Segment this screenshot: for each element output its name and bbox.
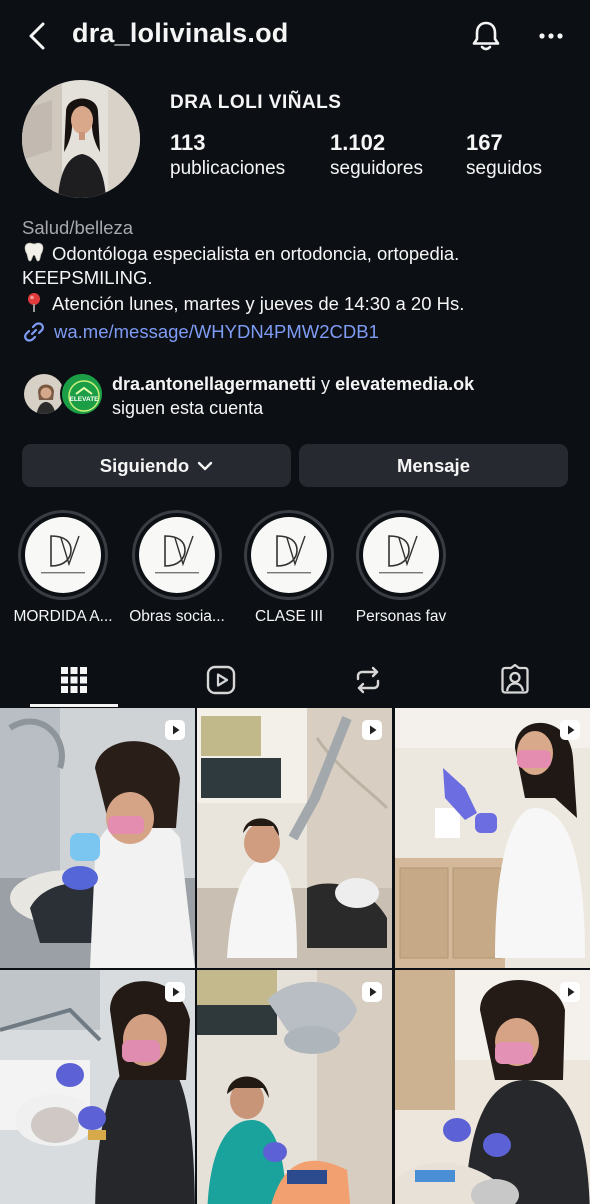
posts-count-value: 113 [170,130,206,155]
posts-count-label: publicaciones [170,158,286,179]
posts-count[interactable]: 113 publicaciones [170,130,285,180]
followed-by-suffix: siguen esta cuenta [112,398,264,418]
story-highlight[interactable]: CLASE III [234,510,344,626]
link-icon [24,322,44,342]
followers-count[interactable]: 1.102 seguidores [330,130,423,180]
highlight-ring [18,510,108,600]
reposts-icon [356,666,379,694]
top-bar: dra_lolivinals.od [0,0,590,72]
highlight-cover [25,517,101,593]
tooth-icon [24,242,44,261]
tab-reposts[interactable] [294,652,441,708]
tab-tagged[interactable] [441,652,588,708]
profile-category: Salud/belleza [22,217,134,238]
highlight-label: CLASE III [254,608,324,625]
pin-icon [28,292,40,312]
profile-tabs [0,652,590,708]
follower-avatar-logo-text: ELEVATE [69,396,99,403]
highlight-ring [244,510,334,600]
message-button-label: Mensaje [396,454,470,476]
follower-avatar: ELEVATE [60,372,104,416]
dv-logo-icon [155,535,199,574]
story-highlight[interactable]: MORDIDA A... [8,510,118,626]
connector-text: y [316,374,336,394]
post-thumbnail[interactable] [0,708,195,968]
reel-icon [165,982,185,1002]
highlight-label: Obras socia... [129,608,225,625]
story-highlight[interactable]: Obras socia... [122,510,232,626]
active-tab-indicator [30,704,118,707]
highlight-ring [356,510,446,600]
followers-count-label: seguidores [330,158,423,179]
reel-icon [165,720,185,740]
following-button-label: Siguiendo [99,454,190,476]
message-button[interactable]: Mensaje [299,444,568,487]
reels-icon [206,665,235,695]
post-thumbnail[interactable] [0,970,195,1204]
highlight-label: Personas fav [355,608,447,625]
highlight-cover [139,517,215,593]
tagged-icon [500,664,529,694]
tab-reels[interactable] [147,652,294,708]
mutual-follower-2[interactable]: elevatemedia.ok [335,374,474,394]
profile-bio: Salud/belleza Odontóloga especialista en… [22,216,582,345]
highlight-cover [363,517,439,593]
highlight-ring [132,510,222,600]
followed-by[interactable]: ELEVATE dra.antonellagermanetti y elevat… [22,370,582,420]
bio-line: Odontóloga especialista en ortodoncia, o… [22,241,582,267]
profile-avatar[interactable] [22,80,140,198]
reel-icon [362,720,382,740]
dv-logo-icon [267,535,311,574]
bio-text-1: Odontóloga especialista en ortodoncia, o… [52,242,460,264]
reel-icon [362,982,382,1002]
bio-link[interactable]: wa.me/message/WHYDN4PMW2CDB1 [22,320,582,345]
following-count-label: seguidos [466,158,543,179]
bio-line: Atención lunes, martes y jueves de 14:30… [22,291,582,317]
reel-icon [560,982,580,1002]
highlight-cover [251,517,327,593]
following-button[interactable]: Siguiendo [22,444,291,487]
bio-link-text: wa.me/message/WHYDN4PMW2CDB1 [54,321,379,342]
following-count[interactable]: 167 seguidos [466,130,542,180]
story-highlight[interactable]: Personas fav [346,510,456,626]
post-thumbnail[interactable] [197,970,392,1204]
bio-text-3: Atención lunes, martes y jueves de 14:30… [52,292,465,314]
post-thumbnail[interactable] [395,708,590,968]
profile-display-name: DRA LOLI VIÑALS [170,92,342,113]
highlight-label: MORDIDA A... [13,608,113,625]
tab-grid[interactable] [0,652,147,708]
reel-icon [560,720,580,740]
following-count-value: 167 [466,130,503,155]
post-thumbnail[interactable] [197,708,392,968]
dv-logo-icon [379,535,423,574]
bio-text-2: KEEPSMILING. [22,267,153,288]
profile-username: dra_lolivinals.od [72,18,289,48]
posts-grid [0,708,590,1204]
mutual-follower-1[interactable]: dra.antonellagermanetti [112,374,316,394]
followed-by-text: dra.antonellagermanetti y elevatemedia.o… [112,372,474,420]
grid-icon [60,667,87,693]
dv-logo-icon [41,535,85,574]
post-thumbnail[interactable] [395,970,590,1204]
bell-icon[interactable] [468,18,504,54]
back-arrow-icon[interactable] [22,20,54,52]
followers-count-value: 1.102 [330,130,386,155]
more-options-icon[interactable] [534,20,568,52]
chevron-down-icon [198,461,213,470]
